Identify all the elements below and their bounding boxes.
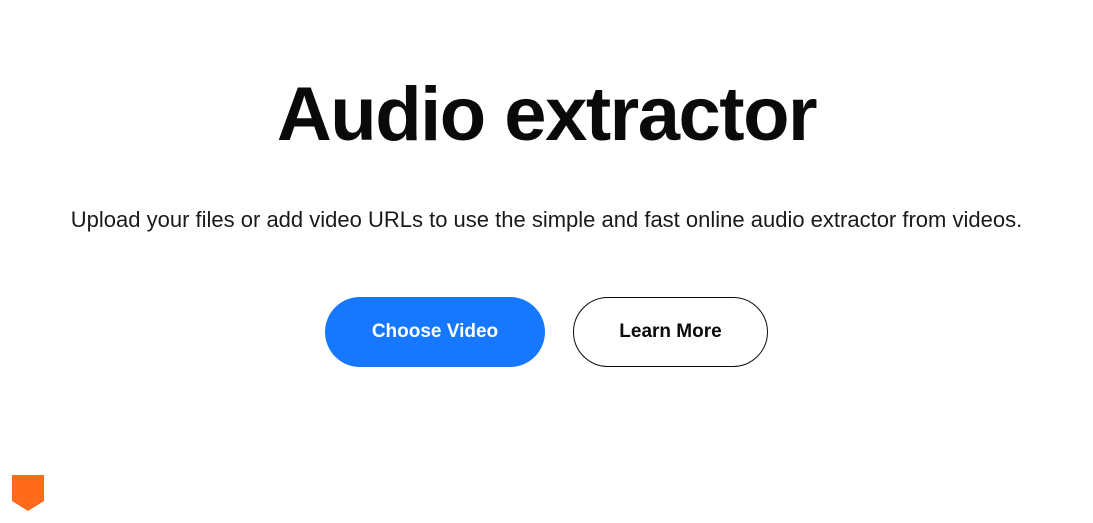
button-row: Choose Video Learn More [325,297,768,367]
page-title: Audio extractor [277,75,816,155]
shield-icon [12,475,44,511]
page-subtitle: Upload your files or add video URLs to u… [71,203,1022,237]
hero-section: Audio extractor Upload your files or add… [0,0,1093,367]
choose-video-button[interactable]: Choose Video [325,297,545,367]
learn-more-button[interactable]: Learn More [573,297,768,367]
